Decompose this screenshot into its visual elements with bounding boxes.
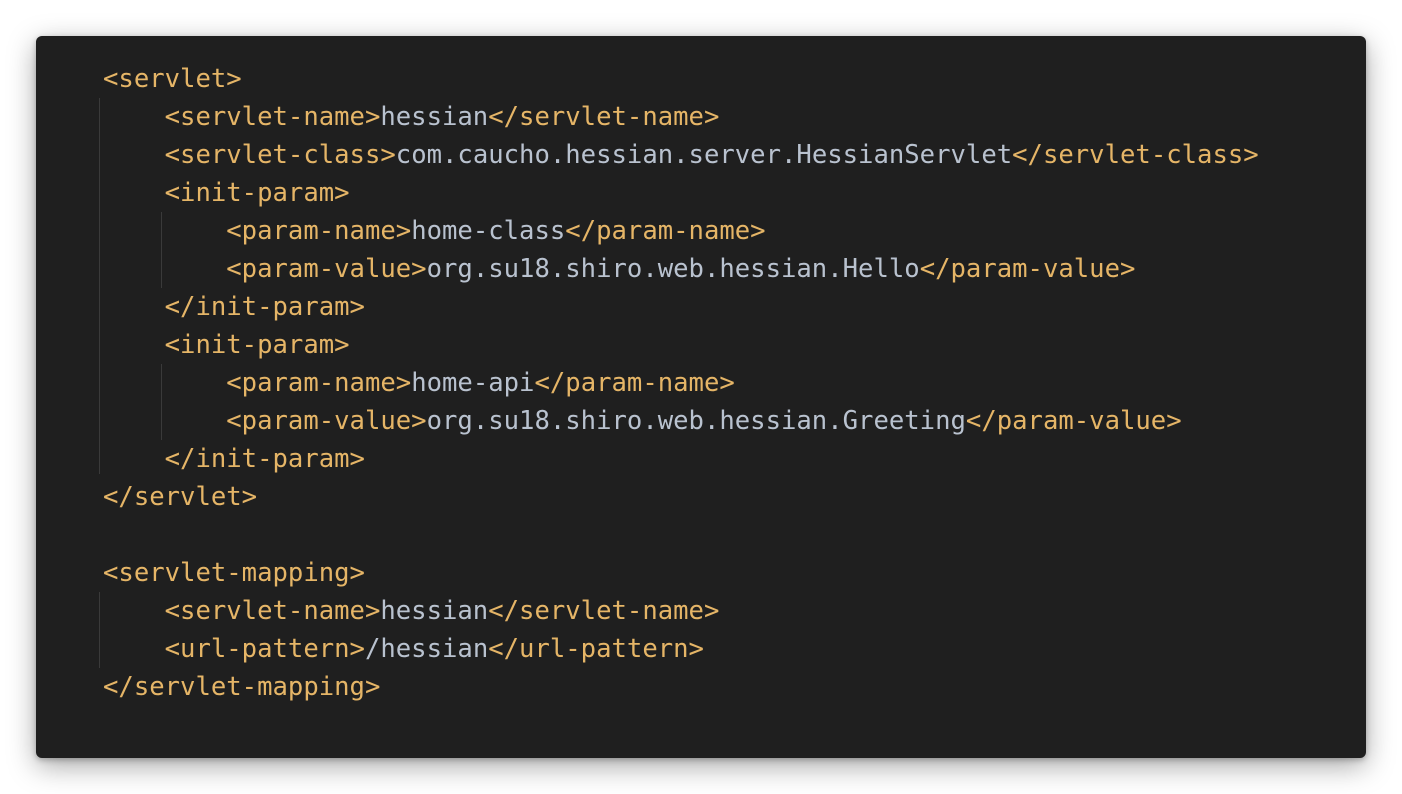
xml-tag: <servlet-mapping> bbox=[103, 558, 365, 588]
code-line: <init-param> bbox=[103, 174, 1259, 212]
xml-text: home-class bbox=[411, 216, 566, 246]
code-line: <servlet-name>hessian</servlet-name> bbox=[103, 98, 1259, 136]
xml-tag: <param-name> bbox=[103, 368, 412, 398]
code-line: </servlet> bbox=[103, 478, 1259, 516]
xml-tag: </servlet-name> bbox=[488, 102, 720, 132]
xml-tag: </url-pattern> bbox=[488, 634, 704, 664]
xml-text: com.caucho.hessian.server.HessianServlet bbox=[395, 140, 1013, 170]
code-line: <servlet> bbox=[103, 60, 1259, 98]
xml-code: <servlet> <servlet-name>hessian</servlet… bbox=[103, 60, 1259, 706]
indent-guide bbox=[99, 592, 100, 668]
xml-tag: </servlet-class> bbox=[1012, 140, 1259, 170]
xml-tag: </param-name> bbox=[565, 216, 766, 246]
code-line: </servlet-mapping> bbox=[103, 668, 1259, 706]
xml-tag: </servlet> bbox=[103, 482, 258, 512]
xml-tag: <servlet-name> bbox=[103, 102, 381, 132]
xml-tag: <init-param> bbox=[103, 330, 350, 360]
xml-tag: </init-param> bbox=[103, 292, 365, 322]
xml-text: /hessian bbox=[364, 634, 489, 664]
xml-tag: <param-name> bbox=[103, 216, 412, 246]
xml-tag: <servlet-class> bbox=[103, 140, 396, 170]
code-line: <param-name>home-class</param-name> bbox=[103, 212, 1259, 250]
xml-tag: <param-value> bbox=[103, 406, 427, 436]
code-line: <servlet-class>com.caucho.hessian.server… bbox=[103, 136, 1259, 174]
xml-tag: <init-param> bbox=[103, 178, 350, 208]
code-line: </init-param> bbox=[103, 288, 1259, 326]
xml-text: org.su18.shiro.web.hessian.Hello bbox=[426, 254, 920, 284]
xml-text: hessian bbox=[380, 102, 489, 132]
xml-tag: </param-value> bbox=[965, 406, 1182, 436]
xml-tag: </param-value> bbox=[919, 254, 1136, 284]
xml-tag: <url-pattern> bbox=[103, 634, 365, 664]
xml-text: org.su18.shiro.web.hessian.Greeting bbox=[426, 406, 966, 436]
xml-text: hessian bbox=[380, 596, 489, 626]
code-line: <url-pattern>/hessian</url-pattern> bbox=[103, 630, 1259, 668]
xml-tag: </servlet-mapping> bbox=[103, 672, 381, 702]
code-line: </init-param> bbox=[103, 440, 1259, 478]
code-line: <servlet-mapping> bbox=[103, 554, 1259, 592]
code-line: <param-value>org.su18.shiro.web.hessian.… bbox=[103, 402, 1259, 440]
code-line: <param-value>org.su18.shiro.web.hessian.… bbox=[103, 250, 1259, 288]
xml-tag: <param-value> bbox=[103, 254, 427, 284]
xml-tag: </init-param> bbox=[103, 444, 365, 474]
xml-tag: <servlet> bbox=[103, 64, 242, 94]
xml-tag: <servlet-name> bbox=[103, 596, 381, 626]
code-line: <servlet-name>hessian</servlet-name> bbox=[103, 592, 1259, 630]
indent-guide bbox=[99, 98, 100, 474]
code-block: <servlet> <servlet-name>hessian</servlet… bbox=[36, 36, 1366, 758]
code-line: <init-param> bbox=[103, 326, 1259, 364]
code-line: <param-name>home-api</param-name> bbox=[103, 364, 1259, 402]
xml-tag: </param-name> bbox=[534, 368, 735, 398]
xml-text: home-api bbox=[411, 368, 535, 398]
xml-tag: </servlet-name> bbox=[488, 596, 720, 626]
